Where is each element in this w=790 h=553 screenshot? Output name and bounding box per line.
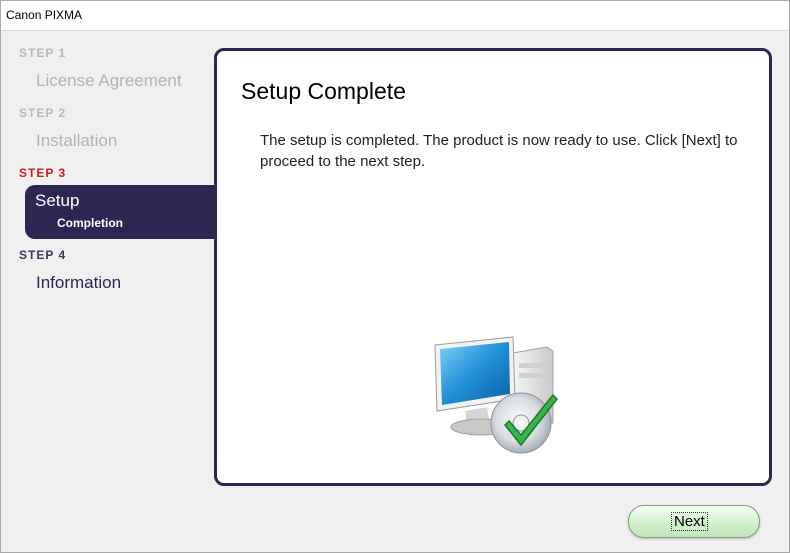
step-3-label: STEP 3 [19, 166, 67, 180]
current-step-highlight: Setup Completion [25, 185, 215, 239]
step-1-title: License Agreement [36, 71, 182, 90]
setup-message: The setup is completed. The product is n… [260, 132, 738, 170]
step-1-label: STEP 1 [19, 46, 67, 60]
window-title: Canon PIXMA [6, 8, 83, 22]
step-2-label: STEP 2 [19, 106, 67, 120]
content-panel: Setup Complete The setup is completed. T… [214, 48, 772, 486]
step-4-label: STEP 4 [19, 248, 67, 262]
computer-cd-checkmark-icon [434, 336, 558, 454]
step-3-subtitle: Completion [57, 216, 123, 230]
step-3-title: Setup [35, 191, 80, 210]
installer-window: Canon PIXMA STEP 1 License Agreement STE… [0, 0, 790, 553]
page-title: Setup Complete [241, 78, 406, 104]
title-bar: Canon PIXMA [1, 1, 789, 31]
step-4-title: Information [36, 273, 122, 292]
step-2-title: Installation [36, 131, 118, 150]
next-button-label: Next [671, 512, 708, 531]
next-button[interactable]: Next [628, 505, 760, 538]
